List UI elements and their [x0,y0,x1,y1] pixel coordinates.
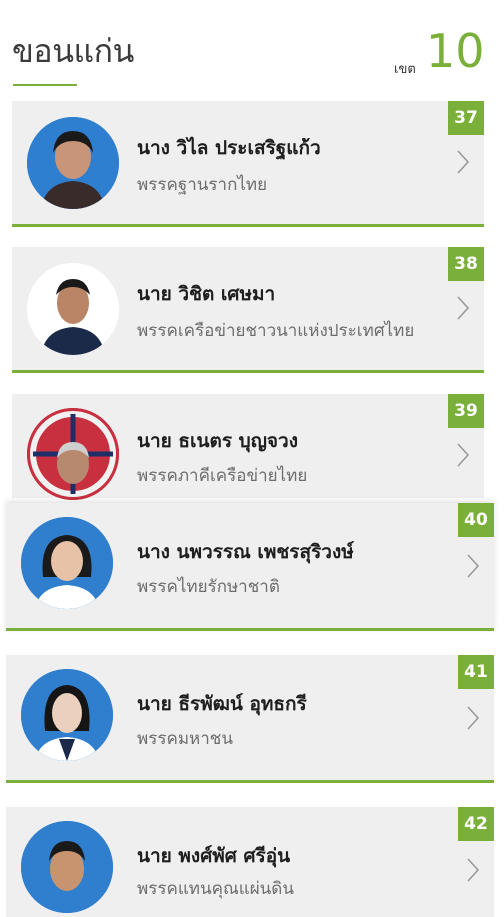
district-label: เขต [394,62,416,77]
candidate-party: พรรคแทนคุณแผ่นดิน [137,879,294,899]
title-underline [13,84,77,86]
candidate-name: นาง วิไล ประเสริฐแก้ว [137,137,321,159]
candidate-card[interactable]: 40 นาง นพวรรณ เพชรสุริวงษ์ พรรคไทยรักษาช… [6,503,494,631]
candidate-name: นาย วิชิต เศษมา [137,283,276,305]
candidate-photo [27,408,119,500]
chevron-right-icon[interactable] [466,553,480,579]
candidate-photo [21,669,113,761]
candidate-name: นาง นพวรรณ เพชรสุริวงษ์ [137,541,354,563]
candidate-card[interactable]: 39 นาย ธเนตร บุญจวง พรรคภาคีเครือข่ายไทย [12,394,484,500]
page-header: ขอนแก่น เขต 10 [0,0,504,92]
candidate-party: พรรคฐานรากไทย [137,175,268,195]
candidate-party: พรรคไทยรักษาชาติ [137,577,280,597]
province-title: ขอนแก่น [12,32,134,70]
chevron-right-icon[interactable] [456,295,470,321]
candidate-card[interactable]: 37 นาง วิไล ประเสริฐแก้ว พรรคฐานรากไทย [12,101,484,227]
candidate-name: นาย ธเนตร บุญจวง [137,430,298,452]
candidate-card[interactable]: 38 นาย วิชิต เศษมา พรรคเครือข่ายชาวนาแห่… [12,247,484,373]
candidate-number-badge: 41 [458,655,494,689]
candidate-photo [21,821,113,913]
candidate-photo [21,517,113,609]
candidate-name: นาย พงศ์พัศ ศรีอุ่น [137,845,291,867]
chevron-right-icon[interactable] [456,149,470,175]
candidate-party: พรรคมหาชน [137,729,233,749]
candidate-number-badge: 42 [458,807,494,841]
candidate-party: พรรคเครือข่ายชาวนาแห่งประเทศไทย [137,321,415,341]
district-number: 10 [426,24,485,78]
candidate-number-badge: 37 [448,101,484,135]
candidate-party: พรรคภาคีเครือข่ายไทย [137,466,308,486]
chevron-right-icon[interactable] [466,705,480,731]
candidate-number-badge: 39 [448,394,484,428]
chevron-right-icon[interactable] [456,442,470,468]
candidate-number-badge: 40 [458,503,494,537]
candidate-card[interactable]: 41 นาย ธีรพัฒน์ อุทธกรี พรรคมหาชน [6,655,494,783]
candidate-number-badge: 38 [448,247,484,281]
candidate-name: นาย ธีรพัฒน์ อุทธกรี [137,693,307,715]
candidate-photo [27,117,119,209]
candidate-card[interactable]: 42 นาย พงศ์พัศ ศรีอุ่น พรรคแทนคุณแผ่นดิน [6,807,494,917]
candidate-photo [27,263,119,355]
chevron-right-icon[interactable] [466,857,480,883]
